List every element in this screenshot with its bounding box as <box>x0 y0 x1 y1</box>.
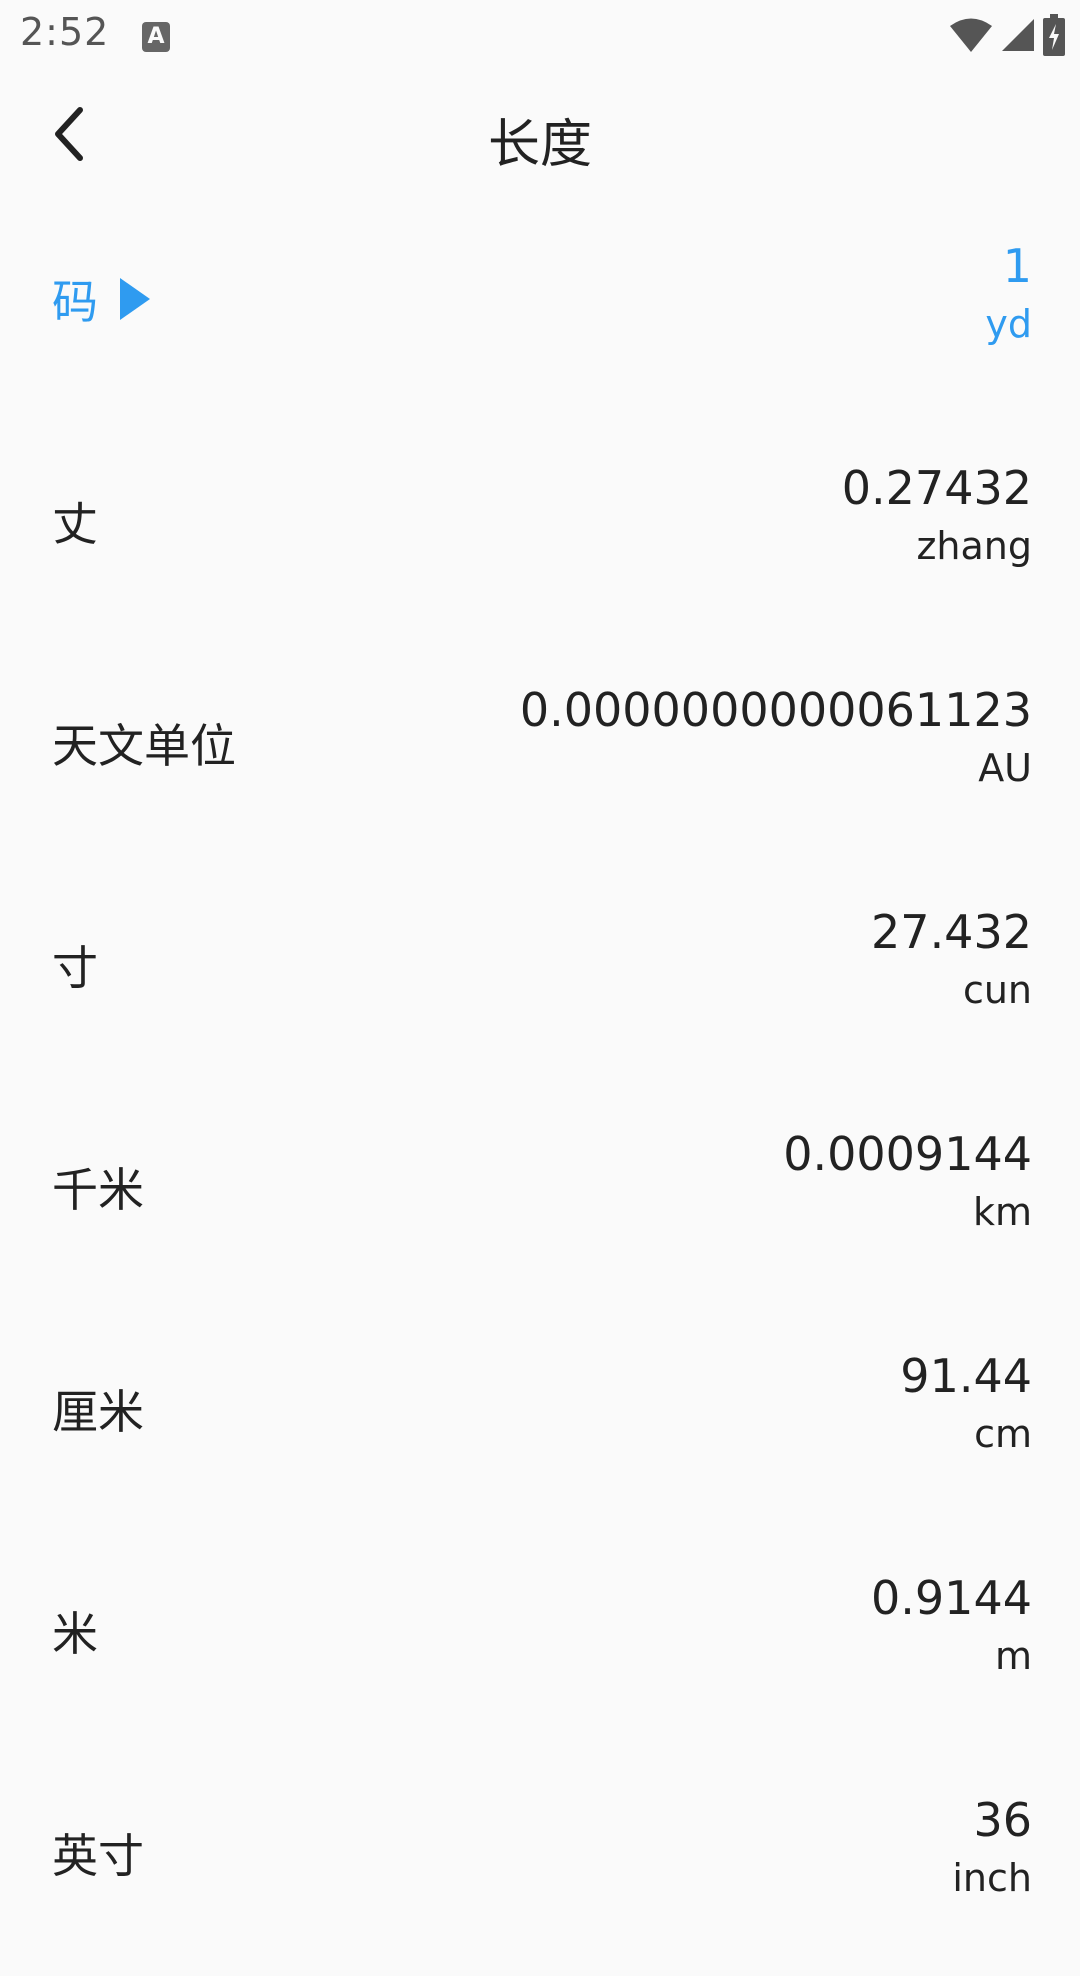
unit-row-m[interactable]: 米 0.9144 m <box>0 1532 1080 1754</box>
unit-name: 千米 <box>52 1163 144 1217</box>
unit-name: 天文单位 <box>52 719 236 773</box>
app-bar: 长度 <box>0 72 1080 200</box>
unit-name-container: 千米 <box>52 1154 144 1220</box>
unit-name: 米 <box>52 1607 98 1661</box>
unit-value: 91.44 <box>900 1349 1032 1403</box>
unit-row-yard[interactable]: 码 1 yd <box>0 200 1080 422</box>
wifi-icon <box>948 17 994 53</box>
unit-name-container: 英寸 <box>52 1820 144 1886</box>
unit-name-container: 寸 <box>52 932 98 998</box>
status-bar: 2:52 A <box>0 0 1080 72</box>
unit-name: 寸 <box>52 941 98 995</box>
unit-values: 36 inch <box>952 1790 1032 1906</box>
play-triangle-icon <box>120 278 150 320</box>
unit-row-zhang[interactable]: 丈 0.27432 zhang <box>0 422 1080 644</box>
status-time: 2:52 <box>20 10 110 54</box>
unit-symbol: cun <box>962 968 1032 1012</box>
status-icons <box>948 12 1066 58</box>
unit-value: 1 <box>1002 239 1032 293</box>
unit-symbol: inch <box>952 1856 1032 1900</box>
page-title: 长度 <box>487 115 592 175</box>
unit-name: 厘米 <box>52 1385 144 1439</box>
unit-values: 91.44 cm <box>900 1346 1032 1462</box>
unit-name-container: 天文单位 <box>52 710 236 776</box>
cell-signal-icon <box>1000 17 1036 53</box>
unit-name: 丈 <box>52 497 98 551</box>
unit-row-inch[interactable]: 英寸 36 inch <box>0 1754 1080 1976</box>
unit-name-container: 厘米 <box>52 1376 144 1442</box>
unit-value: 0.0000000000061123 <box>519 683 1032 737</box>
unit-row-cun[interactable]: 寸 27.432 cun <box>0 866 1080 1088</box>
unit-value: 0.9144 <box>871 1571 1032 1625</box>
unit-name: 码 <box>52 275 98 329</box>
keyboard-notification-icon: A <box>142 22 170 52</box>
unit-values: 27.432 cun <box>871 902 1032 1018</box>
unit-row-km[interactable]: 千米 0.0009144 km <box>0 1088 1080 1310</box>
unit-name: 英寸 <box>52 1829 144 1883</box>
unit-name-container: 米 <box>52 1598 98 1664</box>
unit-values: 1 yd <box>985 236 1032 352</box>
unit-symbol: zhang <box>916 524 1032 568</box>
unit-values: 0.9144 m <box>871 1568 1032 1684</box>
unit-values: 0.27432 zhang <box>842 458 1032 574</box>
unit-symbol: km <box>972 1190 1032 1234</box>
unit-value: 36 <box>973 1793 1032 1847</box>
unit-symbol: cm <box>974 1412 1032 1456</box>
unit-values: 0.0000000000061123 AU <box>520 680 1032 796</box>
unit-symbol: yd <box>985 302 1032 346</box>
unit-symbol: m <box>994 1634 1032 1678</box>
unit-list: 码 1 yd 丈 0.27432 zhang 天文单位 0.0000000000… <box>0 200 1080 1976</box>
battery-charging-icon <box>1042 14 1066 56</box>
unit-symbol: AU <box>978 746 1032 790</box>
unit-row-au[interactable]: 天文单位 0.0000000000061123 AU <box>0 644 1080 866</box>
unit-name-container: 丈 <box>52 488 98 554</box>
unit-value: 0.0009144 <box>783 1127 1032 1181</box>
unit-value: 27.432 <box>871 905 1032 959</box>
unit-name-container: 码 <box>52 266 150 332</box>
unit-value: 0.27432 <box>841 461 1032 515</box>
unit-row-cm[interactable]: 厘米 91.44 cm <box>0 1310 1080 1532</box>
unit-values: 0.0009144 km <box>783 1124 1032 1240</box>
